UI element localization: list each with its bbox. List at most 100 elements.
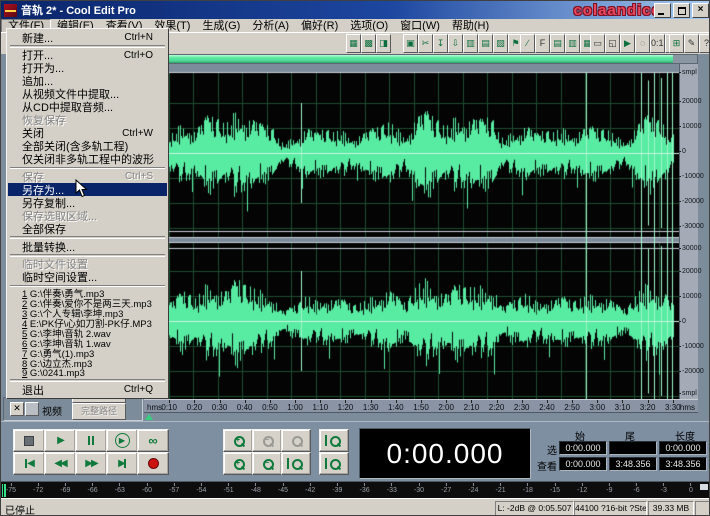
play-preview-icon[interactable]: ▶ bbox=[620, 34, 635, 53]
go-to-beginning-button[interactable]: ◀ bbox=[13, 452, 45, 475]
meter-scale-label: -15 bbox=[550, 483, 560, 495]
insert-multitrack-icon[interactable]: ▤ bbox=[478, 34, 493, 53]
waveform-canvas[interactable] bbox=[144, 64, 679, 399]
full-path-button[interactable]: 完整路径 bbox=[72, 403, 126, 420]
menu-item-file[interactable]: 退出Ctrl+Q bbox=[8, 383, 167, 396]
meter-scale-label: 0 bbox=[689, 483, 693, 495]
meter-scale-label: -60 bbox=[142, 483, 152, 495]
window-main-icon[interactable]: ▭ bbox=[590, 34, 605, 53]
menu-item-file[interactable]: 批量转换... bbox=[8, 240, 167, 253]
selection-value[interactable]: 0:00.000 bbox=[559, 457, 607, 471]
scale-label: 0 bbox=[682, 318, 686, 325]
menu-title-h[interactable]: 帮助(H) bbox=[446, 20, 495, 32]
stop-button[interactable] bbox=[13, 429, 45, 452]
zoom-in-vertical-button[interactable]: + bbox=[223, 452, 253, 475]
toolbar-group: ▭◱▶◌0:15≡ bbox=[590, 34, 680, 53]
spectral-view-icon[interactable]: ▩ bbox=[361, 34, 376, 53]
meter-scale-label: -45 bbox=[278, 483, 288, 495]
pause-button[interactable] bbox=[75, 429, 107, 452]
scrollbar-thumb[interactable] bbox=[145, 55, 673, 63]
play-button[interactable]: ▶ bbox=[44, 429, 76, 452]
time-display[interactable]: 0:00.000 bbox=[359, 428, 531, 479]
time-window-icon[interactable]: 0:15 bbox=[650, 34, 665, 53]
restore-button[interactable] bbox=[673, 3, 690, 18]
app-icon bbox=[4, 4, 17, 17]
ruler-tick-label: 1:20 bbox=[338, 404, 354, 412]
menu-item-file[interactable]: 仅关闭非多轨工程中的波形 bbox=[8, 153, 167, 166]
cut-icon[interactable]: ✂ bbox=[418, 34, 433, 53]
close-button[interactable]: × bbox=[692, 3, 709, 18]
menu-title-r[interactable]: 偏好(R) bbox=[295, 20, 344, 32]
fast-forward-button[interactable]: ▶▶ bbox=[75, 452, 107, 475]
zoom-full-button[interactable] bbox=[281, 429, 311, 452]
ruler-tick-label: 2:30 bbox=[514, 404, 530, 412]
selection-value[interactable]: 3:48.356 bbox=[609, 457, 657, 471]
time-ruler[interactable]: hms0:100:200:300:400:501:001:101:201:301… bbox=[144, 399, 698, 413]
menu-item-recent-file[interactable]: 9 G:\0241.mp3 bbox=[8, 368, 167, 378]
selection-value[interactable]: 3:48.356 bbox=[659, 457, 707, 471]
zoom-to-selection-button[interactable] bbox=[319, 429, 349, 452]
selection-row-label: 选 bbox=[535, 442, 557, 457]
menu-item-label: 新建... bbox=[22, 30, 53, 46]
selection-view-panel: 始尾长度选0:00.0000:00.000查看0:00.0003:48.3563… bbox=[535, 427, 707, 478]
menu-item-label: 临时空间设置... bbox=[22, 269, 97, 285]
frequency-analysis-icon[interactable]: F bbox=[535, 34, 550, 53]
menu-title-o[interactable]: 选项(O) bbox=[344, 20, 394, 32]
pencil-edit-icon[interactable]: ∕ bbox=[520, 34, 535, 53]
meter-scale-label: -24 bbox=[468, 483, 478, 495]
zoom-out-button[interactable]: − bbox=[252, 429, 282, 452]
horizontal-scrollbar[interactable] bbox=[144, 54, 698, 64]
menu-title-a[interactable]: 分析(A) bbox=[246, 20, 295, 32]
video-toggle-button[interactable] bbox=[25, 402, 39, 416]
menu-title-w[interactable]: 窗口(W) bbox=[394, 20, 446, 32]
menu-item-file[interactable]: 新建...Ctrl+N bbox=[8, 31, 167, 44]
toolbar-group: ⊞✎? bbox=[669, 34, 710, 53]
video-close-checkbox[interactable]: ✕ bbox=[10, 402, 24, 416]
menu-title-g[interactable]: 生成(G) bbox=[196, 20, 246, 32]
effect-2-icon[interactable]: ▥ bbox=[565, 34, 580, 53]
meter-scale-label: -42 bbox=[305, 483, 315, 495]
ruler-tick-label: 3:00 bbox=[589, 404, 605, 412]
play-looped-button[interactable]: ▶ bbox=[106, 429, 138, 452]
zoom-selection-right-button[interactable] bbox=[319, 452, 349, 475]
mix-paste-icon[interactable]: ⇩ bbox=[448, 34, 463, 53]
zoom-selection-left-button[interactable] bbox=[281, 452, 311, 475]
insert-cdlist-icon[interactable]: ▨ bbox=[493, 34, 508, 53]
paste-icon[interactable]: ↧ bbox=[433, 34, 448, 53]
record-button[interactable] bbox=[137, 452, 169, 475]
selection-value[interactable] bbox=[609, 441, 657, 455]
playback-status: 已停止 bbox=[5, 502, 35, 516]
zoom-out-vertical-button[interactable]: − bbox=[252, 452, 282, 475]
loop-button[interactable]: ∞ bbox=[137, 429, 169, 452]
ruler-tick-label: 2:20 bbox=[489, 404, 505, 412]
copy-icon[interactable]: ▣ bbox=[403, 34, 418, 53]
cue-marker[interactable] bbox=[145, 414, 153, 420]
menu-item-file[interactable]: 全部保存 bbox=[8, 222, 167, 235]
ruler-tick-label: 1:40 bbox=[388, 404, 404, 412]
effect-1-icon[interactable]: ▤ bbox=[550, 34, 565, 53]
rewind-button[interactable]: ◀◀ bbox=[44, 452, 76, 475]
help-icon[interactable]: ? bbox=[699, 34, 710, 53]
ruler-tick-label: 1:50 bbox=[413, 404, 429, 412]
go-to-end-button[interactable]: ▶ bbox=[106, 452, 138, 475]
meter-scale-label: -66 bbox=[88, 483, 98, 495]
menu-item-shortcut: Ctrl+S bbox=[125, 171, 163, 182]
meter-scale-label: -69 bbox=[60, 483, 70, 495]
zoom-in-button[interactable]: + bbox=[223, 429, 253, 452]
preferences-icon[interactable]: ⊞ bbox=[669, 34, 684, 53]
selection-value[interactable]: 0:00.000 bbox=[659, 441, 707, 455]
scripts-icon[interactable]: ✎ bbox=[684, 34, 699, 53]
level-meter[interactable]: -75-72-69-66-63-60-57-54-51-48-45-42-39-… bbox=[1, 481, 710, 498]
copy-to-new-icon[interactable]: ▥ bbox=[463, 34, 478, 53]
minimize-button[interactable] bbox=[654, 3, 671, 18]
menu-item-recent-file[interactable]: 8 G:\边立杰.mp3 bbox=[8, 358, 167, 368]
selection-value[interactable]: 0:00.000 bbox=[559, 441, 607, 455]
cd-player-icon[interactable]: ◨ bbox=[376, 34, 391, 53]
menu-item-file[interactable]: 临时空间设置... bbox=[8, 271, 167, 284]
window-organizer-icon[interactable]: ◱ bbox=[605, 34, 620, 53]
ruler-tick-label: 1:00 bbox=[287, 404, 303, 412]
find-icon[interactable]: ◌ bbox=[635, 34, 650, 53]
ruler-tick-label: 3:30 bbox=[665, 404, 681, 412]
meter-scale-label: -54 bbox=[196, 483, 206, 495]
waveform-view-icon[interactable]: ▦ bbox=[346, 34, 361, 53]
